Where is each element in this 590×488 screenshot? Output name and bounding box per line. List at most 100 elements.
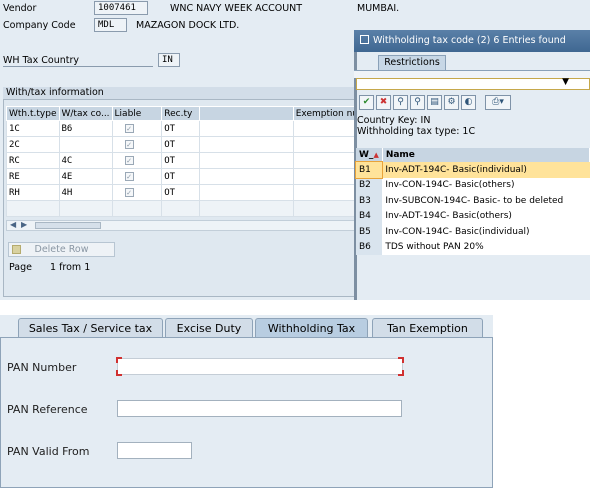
cell-rec[interactable]: OT [161,136,201,153]
entry-key[interactable]: B4 [356,208,383,224]
tab-excise-duty[interactable]: Excise Duty [165,318,253,338]
wh-country-underline [3,66,153,67]
cell-exemption[interactable] [292,120,362,137]
cell-blank[interactable] [199,184,294,201]
list-item[interactable]: B5 Inv-CON-194C- Basic(individual) [356,224,590,240]
entry-name[interactable]: Inv-SUBCON-194C- Basic- to be deleted [382,193,590,209]
col-liable[interactable]: Liable [111,106,163,121]
cell-liable[interactable]: ✓ [111,120,163,137]
pan-valid-from-input[interactable] [117,442,192,459]
cell-type[interactable]: 1C [6,120,60,137]
list-item[interactable]: B6 TDS without PAN 20% [356,239,590,255]
liable-checkbox[interactable]: ✓ [124,155,134,165]
dropdown-arrow-icon[interactable]: ▼ [562,77,569,87]
tab-tan-exemption[interactable]: Tan Exemption [372,318,483,338]
help-icon[interactable]: ◐ [461,95,476,110]
entry-name[interactable]: Inv-ADT-194C- Basic(individual) [382,162,590,178]
focus-corner [116,357,122,363]
cell-rec[interactable]: OT [161,152,201,169]
tab-restrictions[interactable]: Restrictions [378,55,446,70]
cell-liable[interactable]: ✓ [111,152,163,169]
cell-code[interactable]: 4C [58,152,113,169]
list-item[interactable]: B2 Inv-CON-194C- Basic(others) [356,177,590,193]
export-icon[interactable]: ▤ [427,95,442,110]
col-wtax-code[interactable]: W/tax co... [58,106,113,121]
liable-checkbox[interactable]: ✓ [124,171,134,181]
table-row[interactable]: RE 4E ✓ OT [6,168,362,185]
restrictions-bar[interactable]: ▼ [356,77,590,90]
find-next-icon[interactable]: ⚲ [410,95,425,110]
cell-rec[interactable]: OT [161,168,201,185]
col-w[interactable]: W_▲ [356,148,383,162]
scroll-thumb[interactable] [35,222,101,229]
scroll-right-icon[interactable]: ▶ [21,220,27,229]
table-row[interactable]: RH 4H ✓ OT [6,184,362,201]
table-scrollbar[interactable]: ◀ ▶ [6,220,361,231]
col-wth-type[interactable]: Wth.t.type [6,106,60,121]
cell-liable[interactable]: ✓ [111,136,163,153]
col-exemption[interactable]: Exemption nu [292,106,362,121]
entry-name[interactable]: Inv-CON-194C- Basic(individual) [382,224,590,240]
cell-code[interactable] [58,136,113,153]
tab-sales-tax[interactable]: Sales Tax / Service tax [18,318,163,338]
print-icon[interactable]: ⎙▾ [485,95,511,110]
cell-type[interactable]: RC [6,152,60,169]
col-blank[interactable] [199,106,294,121]
cell-liable[interactable]: ✓ [111,168,163,185]
entry-key[interactable]: B5 [356,224,383,240]
company-code-field[interactable]: MDL [94,18,127,32]
pan-number-input[interactable] [116,357,404,376]
delete-row-button[interactable]: Delete Row [8,242,115,257]
cancel-icon[interactable]: ✖ [376,95,391,110]
cell-blank[interactable] [199,168,294,185]
cell-exemption[interactable] [292,152,362,169]
entry-key[interactable]: B3 [356,193,383,209]
list-item[interactable]: B3 Inv-SUBCON-194C- Basic- to be deleted [356,193,590,209]
cell-type[interactable]: RE [6,168,60,185]
wh-tax-type: Withholding tax type: 1C [357,126,476,137]
cell-type[interactable]: RH [6,184,60,201]
cell-rec[interactable]: OT [161,184,201,201]
liable-checkbox[interactable]: ✓ [124,187,134,197]
entry-name[interactable]: TDS without PAN 20% [382,239,590,255]
cell-blank[interactable] [199,120,294,137]
window-icon [360,35,369,44]
liable-checkbox[interactable]: ✓ [124,123,134,133]
cell-rec[interactable]: OT [161,120,201,137]
list-item[interactable]: B4 Inv-ADT-194C- Basic(others) [356,208,590,224]
cell-exemption[interactable] [292,136,362,153]
entry-key[interactable]: B2 [356,177,383,193]
cell-code[interactable]: 4E [58,168,113,185]
tab-withholding-tax[interactable]: Withholding Tax [255,318,368,338]
liable-checkbox[interactable]: ✓ [124,139,134,149]
table-row[interactable]: RC 4C ✓ OT [6,152,362,169]
cell-exemption[interactable] [292,168,362,185]
entry-key[interactable]: B1 [354,161,384,179]
check-icon[interactable]: ✔ [359,95,374,110]
wh-country-field[interactable]: IN [158,53,180,67]
cell-code[interactable]: 4H [58,184,113,201]
vendor-field[interactable]: 1007461 [94,1,148,15]
col-name[interactable]: Name [382,148,590,162]
settings-icon[interactable]: ⚙ [444,95,459,110]
delete-row-label: Delete Row [34,244,89,255]
cell-code[interactable]: B6 [58,120,113,137]
entry-key[interactable]: B6 [356,239,383,255]
list-item[interactable]: B1 Inv-ADT-194C- Basic(individual) [354,161,590,179]
scroll-left-icon[interactable]: ◀ [10,220,16,229]
col-rec-type[interactable]: Rec.ty [161,106,201,121]
cell-blank[interactable] [199,152,294,169]
cell-type[interactable]: 2C [6,136,60,153]
cell-blank[interactable] [199,136,294,153]
find-icon[interactable]: ⚲ [393,95,408,110]
popup-results-table: W_▲ Name B1 Inv-ADT-194C- Basic(individu… [354,148,590,255]
cell-exemption[interactable] [292,184,362,201]
pan-reference-input[interactable] [117,400,402,417]
cell-liable[interactable]: ✓ [111,184,163,201]
table-row[interactable]: 2C ✓ OT [6,136,362,153]
restrictions-stripe [354,70,590,78]
table-row[interactable]: 1C B6 ✓ OT [6,120,362,137]
entry-name[interactable]: Inv-ADT-194C- Basic(others) [382,208,590,224]
entry-name[interactable]: Inv-CON-194C- Basic(others) [382,177,590,193]
popup-title-bar[interactable]: Withholding tax code (2) 6 Entries found [354,30,590,52]
